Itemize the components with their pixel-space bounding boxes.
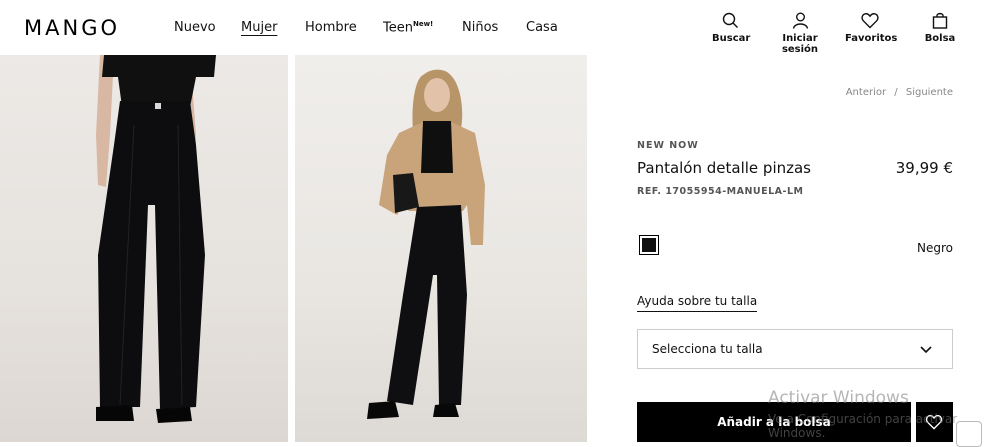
heart-icon	[925, 414, 943, 430]
product-title: Pantalón detalle pinzas	[637, 159, 811, 177]
next-link[interactable]: Siguiente	[906, 87, 953, 98]
selected-color-name: Negro	[917, 241, 953, 255]
size-help-link[interactable]: Ayuda sobre tu talla	[637, 294, 758, 312]
chevron-down-icon	[920, 346, 932, 354]
login-button[interactable]: Iniciar sesión	[766, 12, 834, 55]
size-select[interactable]: Selecciona tu talla	[637, 329, 953, 369]
search-button[interactable]: Buscar	[712, 12, 751, 44]
model-full-illustration	[367, 69, 485, 419]
heart-icon	[861, 13, 879, 29]
product-info-panel: Anterior / Siguiente NEW NOW Pantalón de…	[587, 55, 1001, 442]
product-gallery	[0, 55, 587, 442]
bag-icon	[932, 12, 948, 29]
header-tools: Buscar Iniciar sesión Favoritos Bolsa	[0, 12, 1001, 55]
site-header: MANGO Nuevo Mujer Hombre TeenNew! Niños …	[0, 0, 1001, 55]
bag-label: Bolsa	[924, 33, 956, 44]
pager-separator: /	[894, 87, 898, 98]
user-icon	[792, 12, 808, 29]
login-label: Iniciar sesión	[781, 33, 819, 55]
product-photo-front[interactable]	[0, 55, 288, 442]
product-tag: NEW NOW	[637, 140, 699, 151]
favorites-button[interactable]: Favoritos	[845, 12, 898, 44]
chat-icon[interactable]	[956, 421, 982, 447]
size-select-label: Selecciona tu talla	[652, 342, 763, 356]
favorites-label: Favoritos	[845, 33, 898, 44]
product-photo-model[interactable]	[295, 55, 587, 442]
add-to-favorites-button[interactable]	[916, 402, 953, 442]
add-to-bag-button[interactable]: Añadir a la bolsa	[637, 402, 911, 442]
product-price: 39,99 €	[895, 159, 953, 177]
color-swatch-negro[interactable]	[639, 235, 659, 255]
search-label: Buscar	[712, 33, 751, 44]
search-icon	[722, 12, 738, 28]
product-pager: Anterior / Siguiente	[846, 87, 953, 98]
product-reference: REF. 17055954-MANUELA-LM	[637, 186, 804, 197]
model-legs-illustration	[96, 55, 216, 423]
bag-button[interactable]: Bolsa	[922, 12, 958, 44]
prev-link[interactable]: Anterior	[846, 87, 886, 98]
color-swatch-fill	[642, 238, 656, 252]
